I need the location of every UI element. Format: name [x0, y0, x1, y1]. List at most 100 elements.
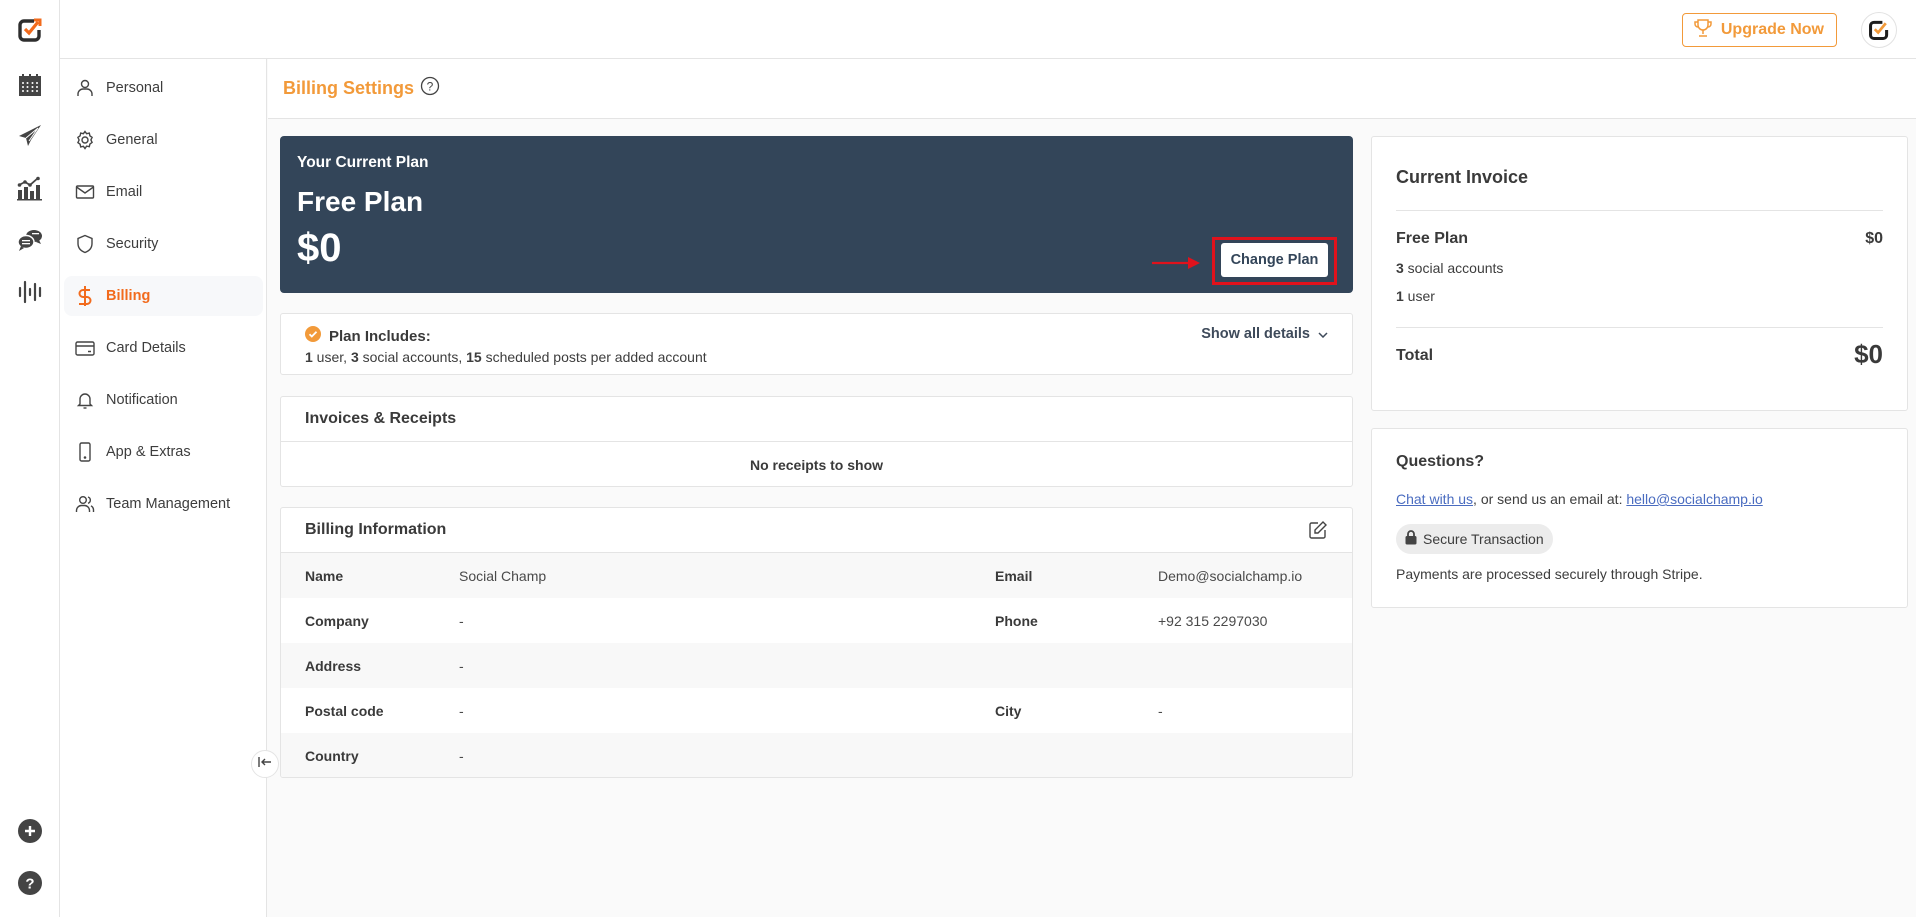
- gear-icon: [74, 129, 96, 151]
- app-logo-icon[interactable]: [15, 15, 45, 45]
- sidebar-item-app-extras[interactable]: App & Extras: [64, 432, 263, 472]
- sidebar-item-label: General: [106, 132, 158, 148]
- invoices-title: Invoices & Receipts: [281, 397, 1352, 442]
- sidebar-item-label: App & Extras: [106, 444, 191, 460]
- change-plan-button[interactable]: Change Plan: [1221, 243, 1328, 277]
- sidebar-item-team-management[interactable]: Team Management: [64, 484, 263, 524]
- divider: [1396, 327, 1883, 328]
- secure-transaction-badge: Secure Transaction: [1396, 524, 1553, 554]
- invoice-plan-price: $0: [1865, 230, 1883, 248]
- table-row: Company - Phone +92 315 2297030: [281, 598, 1352, 643]
- contact-text: , or send us an email at:: [1473, 491, 1626, 507]
- show-all-details-toggle[interactable]: Show all details: [1201, 326, 1328, 342]
- sidebar-item-email[interactable]: Email: [64, 172, 263, 212]
- sidebar-item-personal[interactable]: Personal: [64, 68, 263, 108]
- lock-icon: [1405, 530, 1417, 548]
- table-row: Name Social Champ Email Demo@socialchamp…: [281, 553, 1352, 598]
- users-count: 1: [305, 349, 313, 365]
- svg-text:?: ?: [25, 876, 34, 893]
- settings-sidebar: Personal General Email Security Billing …: [60, 59, 267, 917]
- credit-card-icon: [74, 337, 96, 359]
- bell-icon: [74, 389, 96, 411]
- chat-with-us-link[interactable]: Chat with us: [1396, 491, 1473, 507]
- plus-circle-icon[interactable]: [15, 816, 45, 846]
- collapse-sidebar-button[interactable]: [251, 750, 279, 778]
- field-value: -: [459, 613, 995, 629]
- table-row: Address -: [281, 643, 1352, 688]
- invoices-empty-state: No receipts to show: [281, 442, 1352, 487]
- support-email-link[interactable]: hello@socialchamp.io: [1626, 491, 1762, 507]
- billing-information-header: Billing Information: [281, 508, 1352, 553]
- page-title: Billing Settings: [283, 78, 414, 99]
- posts-label: scheduled posts per added account: [482, 349, 707, 365]
- plan-includes-header: Plan Includes:: [305, 326, 431, 346]
- invoice-users-count: 1: [1396, 288, 1404, 304]
- posts-count: 15: [466, 349, 482, 365]
- shield-icon: [74, 233, 96, 255]
- field-label: Company: [281, 613, 459, 629]
- stripe-note: Payments are processed securely through …: [1396, 566, 1703, 582]
- users-label: user,: [313, 349, 351, 365]
- show-all-details-label: Show all details: [1201, 326, 1310, 342]
- page-header: Billing Settings ?: [268, 59, 1916, 119]
- field-value: -: [459, 703, 995, 719]
- sound-wave-icon[interactable]: [15, 277, 45, 307]
- secure-transaction-label: Secure Transaction: [1423, 531, 1544, 547]
- upgrade-now-button[interactable]: Upgrade Now: [1682, 13, 1837, 47]
- app-rail: ?: [0, 0, 60, 917]
- sidebar-item-card-details[interactable]: Card Details: [64, 328, 263, 368]
- field-label: Phone: [995, 613, 1158, 629]
- chat-bubbles-icon[interactable]: [15, 225, 45, 255]
- sidebar-item-label: Team Management: [106, 496, 230, 512]
- svg-text:?: ?: [427, 80, 434, 94]
- calendar-icon[interactable]: [15, 70, 45, 100]
- sidebar-item-label: Billing: [106, 288, 150, 304]
- sidebar-item-notification[interactable]: Notification: [64, 380, 263, 420]
- field-value: -: [459, 658, 995, 674]
- current-plan-label: Your Current Plan: [297, 154, 428, 172]
- help-circle-icon[interactable]: ?: [15, 868, 45, 898]
- table-row: Country -: [281, 733, 1352, 778]
- sidebar-item-security[interactable]: Security: [64, 224, 263, 264]
- invoice-accounts-line: 3 social accounts: [1396, 260, 1503, 276]
- user-icon: [74, 77, 96, 99]
- table-row: Postal code - City -: [281, 688, 1352, 733]
- sidebar-item-general[interactable]: General: [64, 120, 263, 160]
- field-value: Demo@socialchamp.io: [1158, 568, 1302, 584]
- invoice-total-value: $0: [1854, 339, 1883, 370]
- invoice-accounts-count: 3: [1396, 260, 1404, 276]
- field-value: Social Champ: [459, 568, 995, 584]
- arrow-right-icon: [1152, 256, 1202, 270]
- invoice-accounts-label: social accounts: [1404, 260, 1504, 276]
- collapse-left-icon: [258, 755, 272, 773]
- paper-plane-icon[interactable]: [15, 121, 45, 151]
- billing-information-rows: Name Social Champ Email Demo@socialchamp…: [281, 553, 1352, 778]
- edit-icon[interactable]: [1308, 520, 1328, 540]
- mobile-icon: [74, 441, 96, 463]
- divider: [1396, 210, 1883, 211]
- sidebar-item-label: Security: [106, 236, 158, 252]
- plan-name: Free Plan: [297, 186, 423, 218]
- trophy-icon: [1693, 18, 1713, 43]
- sidebar-item-billing[interactable]: Billing: [64, 276, 263, 316]
- field-value: -: [1158, 703, 1163, 719]
- avatar[interactable]: [1861, 12, 1897, 48]
- billing-information-card: Billing Information Name Social Champ Em…: [280, 507, 1353, 778]
- field-value: +92 315 2297030: [1158, 613, 1267, 629]
- check-circle-icon: [305, 326, 321, 346]
- questions-contact-line: Chat with us, or send us an email at: he…: [1396, 491, 1763, 507]
- help-icon[interactable]: ?: [420, 76, 440, 101]
- sidebar-item-label: Card Details: [106, 340, 186, 356]
- current-plan-card: Your Current Plan Free Plan $0 Change Pl…: [280, 136, 1353, 293]
- field-label: Email: [995, 568, 1158, 584]
- current-invoice-card: Current Invoice Free Plan $0 3 social ac…: [1371, 136, 1908, 411]
- field-label: Postal code: [281, 703, 459, 719]
- billing-information-title: Billing Information: [305, 521, 446, 539]
- envelope-icon: [74, 181, 96, 203]
- invoice-users-label: user: [1404, 288, 1435, 304]
- plan-includes-title: Plan Includes:: [329, 328, 431, 345]
- plan-includes-summary: 1 user, 3 social accounts, 15 scheduled …: [305, 349, 707, 365]
- dollar-icon: [74, 285, 96, 307]
- questions-card: Questions? Chat with us, or send us an e…: [1371, 428, 1908, 608]
- analytics-icon[interactable]: [15, 173, 45, 203]
